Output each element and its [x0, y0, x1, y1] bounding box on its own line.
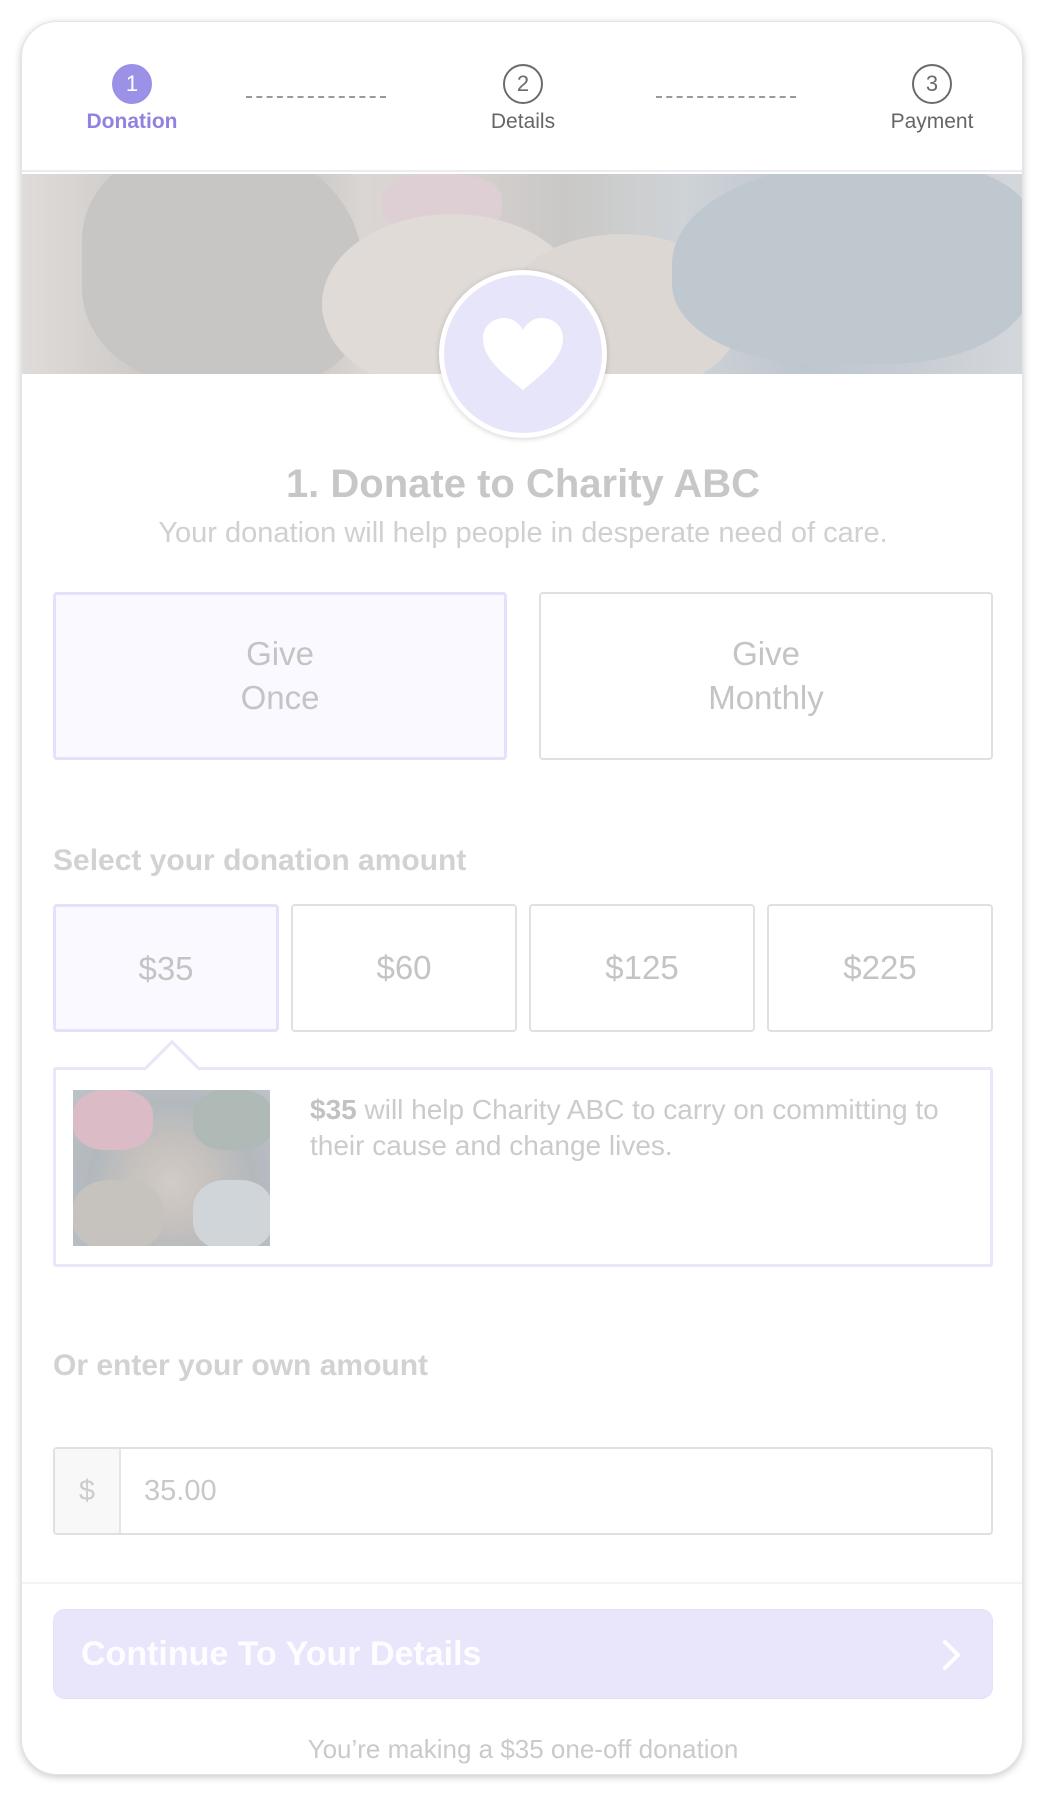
step-number: 3 [912, 64, 952, 104]
step-number: 1 [112, 64, 152, 104]
give-monthly-line2: Monthly [708, 679, 824, 716]
continue-button-label: Continue To Your Details [81, 1634, 482, 1673]
amount-option-35[interactable]: $35 [53, 904, 279, 1032]
impact-image [73, 1090, 270, 1246]
give-once-button[interactable]: Give Once [53, 592, 507, 760]
give-monthly-line1: Give [732, 635, 800, 672]
step-details[interactable]: 2 Details [453, 64, 593, 134]
step-donation[interactable]: 1 Donation [62, 64, 202, 134]
step-label: Details [490, 110, 556, 133]
give-monthly-button[interactable]: Give Monthly [539, 592, 993, 760]
impact-description: will help Charity ABC to carry on commit… [310, 1094, 939, 1161]
currency-prefix: $ [55, 1449, 121, 1533]
donation-summary-note: You’re making a $35 one-off donation [307, 1734, 739, 1764]
step-number: 2 [503, 64, 543, 104]
chevron-right-icon [943, 1640, 960, 1670]
step-label: Donation [86, 110, 178, 133]
amount-option-225[interactable]: $225 [767, 904, 993, 1032]
custom-amount-label: Or enter your own amount [53, 1349, 429, 1382]
donation-card: 1 Donation 2 Details 3 Payment 1. Donate… [21, 21, 1023, 1775]
impact-amount: $35 [310, 1094, 357, 1125]
continue-button[interactable]: Continue To Your Details [53, 1609, 993, 1699]
page-title: 1. Donate to Charity ABC [285, 462, 761, 506]
step-label: Payment [890, 110, 974, 133]
custom-amount-field[interactable]: $ 35.00 [53, 1447, 993, 1535]
heart-badge [439, 270, 607, 438]
amount-option-125[interactable]: $125 [529, 904, 755, 1032]
step-connector [246, 96, 386, 98]
heart-icon [483, 318, 563, 390]
panel-pointer [143, 1039, 201, 1097]
impact-panel: $35 will help Charity ABC to carry on co… [53, 1039, 993, 1267]
give-once-line1: Give [246, 635, 314, 672]
footer-divider [22, 1582, 1022, 1584]
step-connector [656, 96, 796, 98]
amount-option-60[interactable]: $60 [291, 904, 517, 1032]
give-once-line2: Once [240, 679, 320, 716]
amount-section-label: Select your donation amount [53, 844, 467, 877]
page-subtitle: Your donation will help people in desper… [158, 517, 888, 549]
impact-text: $35 will help Charity ABC to carry on co… [310, 1092, 970, 1164]
step-payment[interactable]: 3 Payment [862, 64, 1002, 134]
custom-amount-input[interactable]: 35.00 [121, 1449, 991, 1533]
progress-stepper: 1 Donation 2 Details 3 Payment [22, 22, 1022, 172]
